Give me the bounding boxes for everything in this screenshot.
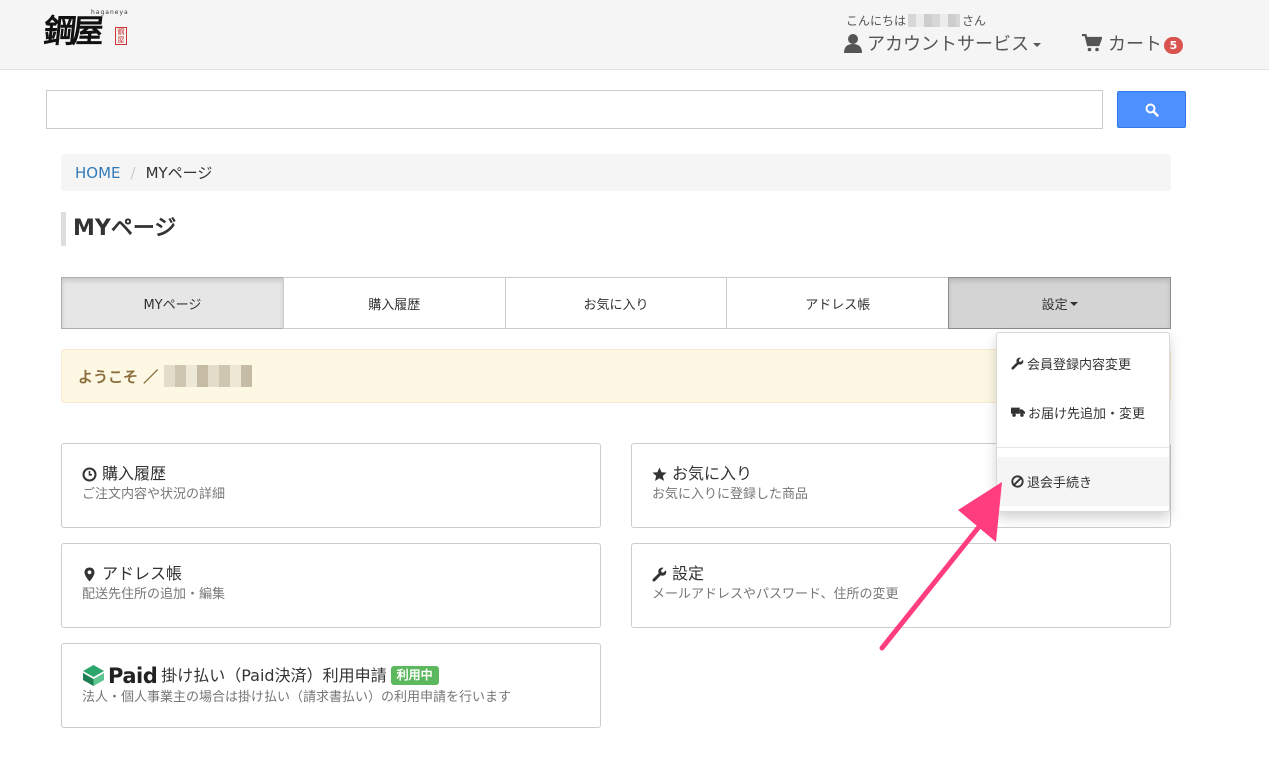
settings-dropdown-menu: 会員登録内容変更 お届け先追加・変更 退会手続き xyxy=(996,332,1170,512)
map-marker-icon xyxy=(84,567,95,581)
tab-address-book-label: アドレス帳 xyxy=(805,297,871,313)
tab-settings-label: 設定 xyxy=(1041,297,1068,313)
card-history-desc: ご注文内容や状況の詳細 xyxy=(82,487,226,502)
truck-icon xyxy=(1011,407,1025,417)
card-settings-desc: メールアドレスやパスワード、住所の変更 xyxy=(652,587,899,602)
wrench-icon xyxy=(652,567,667,582)
blurred-user-name xyxy=(908,14,961,27)
star-icon xyxy=(652,467,667,481)
clock-icon xyxy=(82,467,97,481)
menu-divider xyxy=(997,447,1169,448)
account-services-label: アカウントサービス xyxy=(867,34,1029,55)
tab-mypage[interactable]: MYページ xyxy=(61,277,284,329)
breadcrumb: HOME / MYページ xyxy=(61,154,1171,191)
greeting-prefix: こんにちは xyxy=(846,14,907,28)
site-header: 鋼屋 haganeya 鋼屋 こんにちは さん アカウントサービス カート 5 xyxy=(0,0,1269,70)
user-greeting: こんにちは さん xyxy=(846,12,986,29)
card-settings-title: 設定 xyxy=(672,564,705,583)
tab-address-book[interactable]: アドレス帳 xyxy=(726,277,950,329)
card-title: 購入履歴 xyxy=(82,464,580,484)
card-address-title: アドレス帳 xyxy=(102,564,183,583)
cart-label: カート xyxy=(1108,34,1162,55)
status-badge: 利用中 xyxy=(390,666,439,685)
card-title: Paid 掛け払い（Paid決済）利用申請 利用中 xyxy=(82,664,580,687)
account-services-menu[interactable]: アカウントサービス xyxy=(844,30,1041,56)
card-address-book[interactable]: アドレス帳 配送先住所の追加・編集 xyxy=(61,543,601,628)
menu-item-label: 会員登録内容変更 xyxy=(1027,357,1132,373)
tab-favorites-label: お気に入り xyxy=(583,297,649,313)
menu-item-edit-member-info[interactable]: 会員登録内容変更 xyxy=(997,351,1169,375)
paid-logo-text: Paid xyxy=(108,663,158,688)
tab-settings[interactable]: 設定 xyxy=(948,277,1171,329)
wrench-icon xyxy=(1011,357,1024,370)
cart-link[interactable]: カート 5 xyxy=(1082,30,1183,56)
card-paid-application[interactable]: Paid 掛け払い（Paid決済）利用申請 利用中 法人・個人事業主の場合は掛け… xyxy=(61,643,601,728)
breadcrumb-home-link[interactable]: HOME xyxy=(75,164,121,182)
breadcrumb-current: MYページ xyxy=(145,164,213,182)
tab-purchase-history-label: 購入履歴 xyxy=(368,297,421,313)
page-title: MYページ xyxy=(61,212,176,246)
card-favorites-title: お気に入り xyxy=(672,464,753,483)
tab-purchase-history[interactable]: 購入履歴 xyxy=(282,277,506,329)
caret-down-icon xyxy=(1069,302,1078,306)
card-settings[interactable]: 設定 メールアドレスやパスワード、住所の変更 xyxy=(631,543,1171,628)
cart-icon xyxy=(1082,34,1102,52)
cart-count-badge: 5 xyxy=(1164,36,1183,54)
caret-down-icon xyxy=(1033,43,1041,47)
tab-favorites[interactable]: お気に入り xyxy=(504,277,728,329)
logo-seal: 鋼屋 xyxy=(115,27,127,45)
menu-item-shipping-address[interactable]: お届け先追加・変更 xyxy=(997,400,1169,424)
card-paid-title: 掛け払い（Paid決済）利用申請 xyxy=(161,665,387,685)
breadcrumb-separator: / xyxy=(130,163,136,182)
paid-logo-icon xyxy=(83,665,104,686)
card-address-desc: 配送先住所の追加・編集 xyxy=(82,587,226,602)
tab-mypage-label: MYページ xyxy=(143,297,202,313)
card-history-title: 購入履歴 xyxy=(102,464,167,483)
card-title: アドレス帳 xyxy=(82,564,580,584)
paid-logo: Paid xyxy=(82,663,158,688)
ban-icon xyxy=(1011,475,1024,488)
card-paid-desc: 法人・個人事業主の場合は掛け払い（請求書払い）の利用申請を行います xyxy=(82,690,512,705)
search-button[interactable] xyxy=(1117,91,1186,128)
site-logo[interactable]: 鋼屋 haganeya 鋼屋 xyxy=(42,4,134,58)
menu-item-label: 退会手続き xyxy=(1027,476,1093,491)
user-icon xyxy=(844,34,862,53)
greeting-suffix: さん xyxy=(962,14,987,28)
menu-item-withdraw-membership[interactable]: 退会手続き xyxy=(997,457,1169,506)
welcome-text: ようこそ ／ xyxy=(78,367,159,386)
blurred-user-name xyxy=(164,365,253,387)
search-icon xyxy=(1145,103,1159,117)
menu-item-label: お届け先追加・変更 xyxy=(1028,406,1146,422)
search-input[interactable] xyxy=(46,90,1103,129)
card-purchase-history[interactable]: 購入履歴 ご注文内容や状況の詳細 xyxy=(61,443,601,528)
logo-subtext: haganeya xyxy=(91,9,129,16)
mypage-tabs: MYページ 購入履歴 お気に入り アドレス帳 設定 xyxy=(61,277,1171,329)
card-title: 設定 xyxy=(652,564,1150,584)
